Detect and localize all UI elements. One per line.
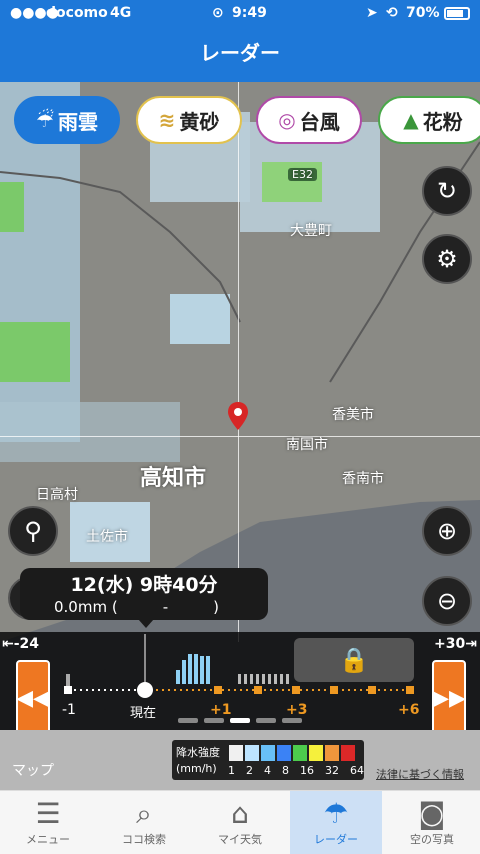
crosshair-horizontal (0, 436, 480, 437)
category-typhoon[interactable]: ◎ 台風 (256, 96, 362, 144)
legend-swatch (244, 744, 260, 762)
legend-title: 降水強度 (176, 746, 220, 759)
status-bar: ●●●● docomo 4G ⊙ 9:49 ➤ ⟲ 70% (0, 0, 480, 28)
carrier-name: docomo (46, 5, 108, 21)
precipitation-amount: 0.0mm ( - ) (54, 598, 219, 616)
zoom-out-button[interactable]: ⊖ (422, 576, 472, 626)
map-settings-icon: ⚙ (436, 245, 458, 273)
legend-swatches (228, 744, 356, 762)
legend-swatch (308, 744, 324, 762)
legend-unit: (mm/h) (176, 762, 217, 775)
typhoon-icon: ◎ (278, 108, 296, 132)
zoom-out-icon: ⊖ (436, 587, 458, 615)
legend-swatch (292, 744, 308, 762)
highway-badge: E32 (288, 168, 317, 181)
pin-button[interactable]: ⚲ (8, 506, 58, 556)
legend-swatch (260, 744, 276, 762)
legal-info-link[interactable]: 法律に基づく情報 (376, 766, 464, 782)
popup-pointer (138, 619, 154, 628)
legend-row: マップ 降水強度 (mm/h) 1 2 4 8 16 32 64 法律に基づく情報 (0, 730, 480, 790)
forecast-datetime: 12(水) 9時40分 (70, 574, 218, 596)
place-label: 日高村 (36, 487, 78, 503)
zoom-in-button[interactable]: ⊕ (422, 506, 472, 556)
page-title: レーダー (0, 28, 480, 82)
legend-value: 64 (350, 764, 364, 777)
tick-label: +1 (210, 702, 232, 718)
rotation-lock-icon: ⟲ (386, 5, 398, 21)
legend-value: 4 (264, 764, 271, 777)
tick-label: +6 (398, 702, 420, 718)
tab-my-weather[interactable]: ⌂ マイ天気 (192, 791, 288, 854)
category-label: 黄砂 (179, 109, 220, 134)
category-label: 台風 (299, 109, 340, 134)
legend-value: 2 (246, 764, 253, 777)
place-label: 香南市 (342, 471, 384, 487)
bottom-tab-bar: ☰ メニュー ⌕ ココ検索 ⌂ マイ天気 ☂ レーダー ◙ 空の写真 (0, 790, 480, 854)
legend-value: 1 (228, 764, 235, 777)
tab-sky-photos[interactable]: ◙ 空の写真 (384, 791, 480, 854)
legend-value: 8 (282, 764, 289, 777)
tick-label: -1 (62, 702, 76, 718)
search-icon: ⌕ (136, 797, 152, 830)
legend-swatch (276, 744, 292, 762)
navigation-icon: ➤ (366, 5, 378, 21)
category-label: 雨雲 (57, 109, 98, 134)
pin-icon: ⚲ (24, 517, 42, 545)
precip-legend: 降水強度 (mm/h) 1 2 4 8 16 32 64 (172, 740, 364, 780)
category-dust[interactable]: ≋ 黄砂 (136, 96, 242, 144)
rain-cloud-icon: ☔ (36, 108, 54, 132)
legend-values: 1 2 4 8 16 32 64 (228, 764, 364, 777)
place-label: 大豊町 (290, 223, 332, 239)
category-pollen[interactable]: ▲ 花粉 (378, 96, 480, 144)
map-attribution: マップ (12, 763, 54, 779)
category-label: 花粉 (422, 109, 463, 134)
tab-menu[interactable]: ☰ メニュー (0, 791, 96, 854)
menu-icon: ☰ (35, 797, 61, 830)
tab-radar[interactable]: ☂ レーダー (290, 791, 382, 854)
place-label: 高知市 (140, 466, 207, 491)
battery-icon (444, 7, 470, 20)
place-label: 南国市 (286, 437, 328, 453)
legend-swatch (340, 744, 356, 762)
legend-value: 16 (300, 764, 314, 777)
zoom-in-icon: ⊕ (436, 517, 458, 545)
pollen-tree-icon: ▲ (403, 108, 419, 132)
tick-label: +3 (286, 702, 308, 718)
radar-screen: ●●●● docomo 4G ⊙ 9:49 ➤ ⟲ 70% レーダー 大豊町 香… (0, 0, 480, 854)
tab-search[interactable]: ⌕ ココ検索 (96, 791, 192, 854)
time-popup: 12(水) 9時40分 0.0mm ( - ) (20, 568, 268, 628)
battery-percent: 70% (406, 5, 440, 21)
legend-swatch (228, 744, 244, 762)
tick-label-now: 現在 (130, 706, 157, 721)
place-label: 香美市 (332, 407, 374, 423)
network-type: 4G (110, 5, 132, 21)
camera-icon: ◙ (418, 797, 446, 830)
umbrella-icon: ☂ (323, 797, 349, 830)
home-icon: ⌂ (231, 797, 249, 830)
timeline-panel: ⇤-24 +30⇥ ◀◀ ▶▶ 🔒 -1 現在 +1 +3 +6 (0, 632, 480, 736)
location-icon: ⊙ (212, 5, 224, 21)
dust-icon: ≋ (158, 108, 176, 132)
map-settings-button[interactable]: ⚙ (422, 234, 472, 284)
legend-value: 32 (325, 764, 339, 777)
location-pin-icon (228, 402, 248, 432)
legend-swatch (324, 744, 340, 762)
refresh-button[interactable]: ↻ (422, 166, 472, 216)
clock: 9:49 (232, 5, 267, 21)
crosshair-vertical (238, 82, 239, 642)
place-label: 土佐市 (86, 529, 128, 545)
refresh-icon: ↻ (436, 177, 458, 205)
category-rain[interactable]: ☔ 雨雲 (14, 96, 120, 144)
